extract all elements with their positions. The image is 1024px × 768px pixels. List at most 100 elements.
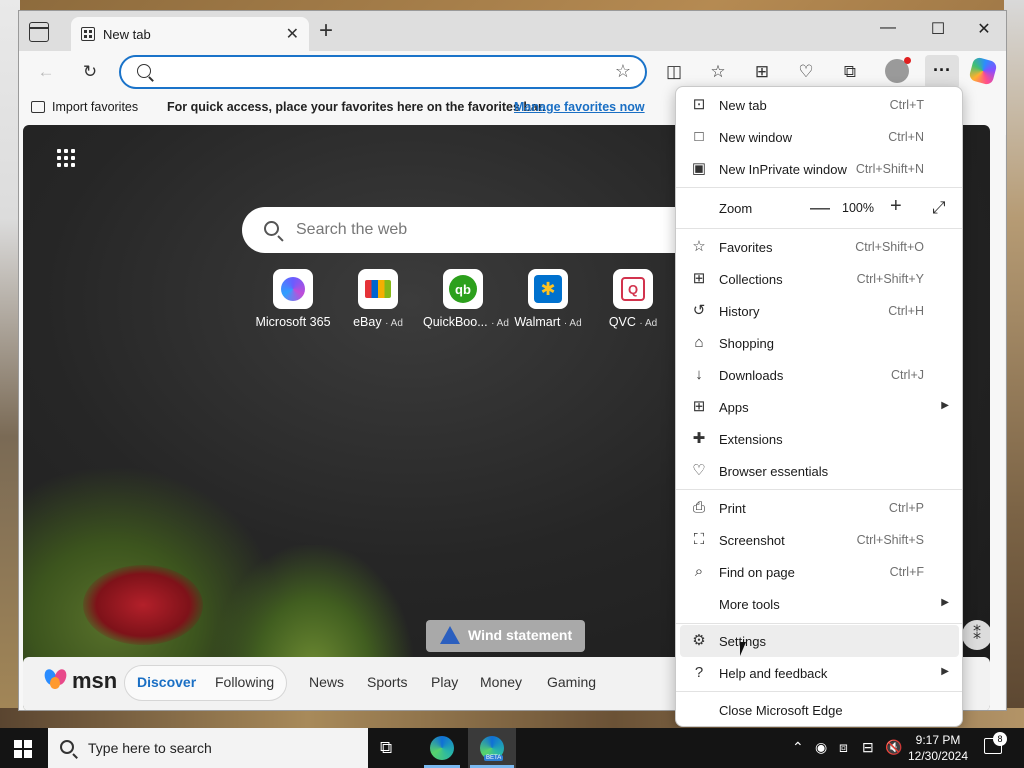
zoom-out-icon[interactable]: — [810,197,830,220]
menu-item-favorites[interactable]: ☆ Favorites Ctrl+Shift+O [680,231,959,263]
back-arrow-icon[interactable]: ← [33,59,59,85]
refresh-icon[interactable]: ↻ [77,59,103,85]
quick-link-microsoft-365[interactable]: Microsoft 365 [253,269,333,329]
tab-discover[interactable]: Discover [137,674,196,690]
edge-browser-icon[interactable] [430,736,454,760]
download-icon: ↓ [695,366,703,383]
volume-muted-icon[interactable]: 🔇 [885,739,902,756]
tab-following[interactable]: Following [215,674,274,690]
menu-item-label: Downloads [719,368,784,383]
menu-separator [676,489,962,490]
menu-item-close-microsoft-edge[interactable]: Close Microsoft Edge [680,694,959,726]
nav-money[interactable]: Money [480,674,522,690]
nav-sports[interactable]: Sports [367,674,407,690]
menu-item-print[interactable]: ⎙ Print Ctrl+P [680,492,959,524]
quick-link-qvc[interactable]: Q QVC · Ad [593,269,673,329]
menu-item-label: Close Microsoft Edge [719,703,843,718]
menu-item-shopping[interactable]: ⌂ Shopping [680,327,959,359]
task-view-icon[interactable]: ⧉ [380,738,404,758]
tab-bar: New tab ✕ + — ☐ ✕ [19,11,1006,51]
profile-avatar[interactable] [885,57,911,83]
new-tab-plus-icon[interactable]: + [319,19,333,43]
full-screen-icon[interactable]: ⤢ [932,198,946,218]
maximize-icon[interactable]: ☐ [915,19,961,39]
tab-close-icon[interactable]: ✕ [286,24,299,44]
menu-item-downloads[interactable]: ↓ Downloads Ctrl+J [680,359,959,391]
browser-essentials-icon[interactable]: ♡ [793,59,819,85]
address-input[interactable] [161,63,581,83]
menu-item-new-inprivate-window[interactable]: ▣ New InPrivate window Ctrl+Shift+N [680,153,959,185]
copilot-icon[interactable] [968,56,998,86]
split-screen-icon[interactable]: ◫ [661,59,687,85]
add-favorite-star-icon[interactable]: ☆ [615,61,631,82]
record-icon[interactable]: ◉ [815,739,827,756]
quick-link-label: Microsoft 365 [255,315,331,329]
menu-item-shortcut: Ctrl+Shift+Y [856,272,924,286]
menu-item-new-window[interactable]: □ New window Ctrl+N [680,121,959,153]
tab-title: New tab [103,27,151,42]
menu-item-shortcut: Ctrl+H [888,304,924,318]
zoom-in-icon[interactable]: + [890,195,902,218]
nav-gaming[interactable]: Gaming [547,674,596,690]
settings-and-more-button[interactable]: ··· [925,55,959,89]
menu-item-label: Favorites [719,240,773,255]
clock-date: 12/30/2024 [907,749,969,763]
ad-badge: · Ad [563,318,582,329]
web-search-box[interactable]: Search the web [242,207,702,253]
tab-new-tab[interactable]: New tab ✕ [71,17,309,51]
nav-play[interactable]: Play [431,674,458,690]
menu-item-find-on-page[interactable]: ⌕ Find on page Ctrl+F [680,556,959,588]
menu-item-collections[interactable]: ⊞ Collections Ctrl+Shift+Y [680,263,959,295]
menu-item-label: Extensions [719,432,783,447]
desktop-background-left [0,0,20,728]
menu-item-screenshot[interactable]: ⛶ Screenshot Ctrl+Shift+S [680,524,959,556]
menu-item-shortcut: Ctrl+N [888,130,924,144]
menu-item-new-tab[interactable]: ⊡ New tab Ctrl+T [680,89,959,121]
quick-link-walmart[interactable]: ✱ Walmart · Ad [508,269,588,329]
manage-favorites-link[interactable]: Manage favorites now [514,100,645,114]
menu-item-label: Find on page [719,565,795,580]
tab-actions-menu-icon[interactable] [29,22,49,42]
menu-item-label: Help and feedback [719,666,828,681]
menu-item-history[interactable]: ↺ History Ctrl+H [680,295,959,327]
menu-item-label: Shopping [719,336,774,351]
collections-icon[interactable]: ⊞ [749,59,775,85]
menu-item-apps[interactable]: ⊞ Apps ▶ [680,391,959,423]
menu-item-browser-essentials[interactable]: ♡ Browser essentials [680,455,959,487]
taskbar-search-box[interactable]: Type here to search [48,728,368,768]
menu-item-settings[interactable]: ⚙ Settings [680,625,959,657]
menu-item-label: History [719,304,760,319]
windows-start-icon[interactable] [14,740,32,758]
address-bar[interactable]: ☆ [119,55,647,89]
customize-icon[interactable]: ⁑ [962,620,990,650]
menu-item-extensions[interactable]: ✚ Extensions [680,423,959,455]
menu-separator [676,623,962,624]
taskbar-search-icon [60,740,74,754]
wind-statement-label: Wind statement [468,627,573,643]
wind-statement-icon [440,626,460,644]
close-window-icon[interactable]: ✕ [961,19,1006,39]
import-favorites-button[interactable]: Import favorites [52,100,138,114]
camera-icon[interactable]: ⧈ [839,739,848,756]
network-icon[interactable]: ⊟ [862,739,874,756]
extensions-icon[interactable]: ⧉ [837,59,863,85]
favorites-star-icon[interactable]: ☆ [705,59,731,85]
quick-link-ebay[interactable]: eBay · Ad [338,269,418,329]
favorites-icon: ☆ [692,238,706,255]
quick-link-label: QVC [608,315,636,329]
zoom-level: 100% [842,201,874,215]
wind-statement-button[interactable]: Wind statement [426,620,585,652]
app-launcher-grid-icon[interactable] [57,149,77,169]
page-scrollbar[interactable]: ▲ ▼ [1005,135,1006,710]
menu-item-help-and-feedback[interactable]: ? Help and feedback ▶ [680,657,959,689]
taskbar-search-placeholder: Type here to search [88,740,212,756]
show-hidden-icons-chevron-icon[interactable]: ⌃ [792,739,804,756]
nav-news[interactable]: News [309,674,344,690]
quick-link-quickbooks[interactable]: qb QuickBoo... · Ad [423,269,509,329]
minimize-icon[interactable]: — [865,19,911,37]
system-clock[interactable]: 9:17 PM 12/30/2024 [906,732,970,764]
menu-item-more-tools[interactable]: More tools ▶ [680,588,959,620]
collections-icon: ⊞ [692,270,706,287]
new-window-icon: □ [694,128,704,145]
history-icon: ↺ [692,302,706,319]
